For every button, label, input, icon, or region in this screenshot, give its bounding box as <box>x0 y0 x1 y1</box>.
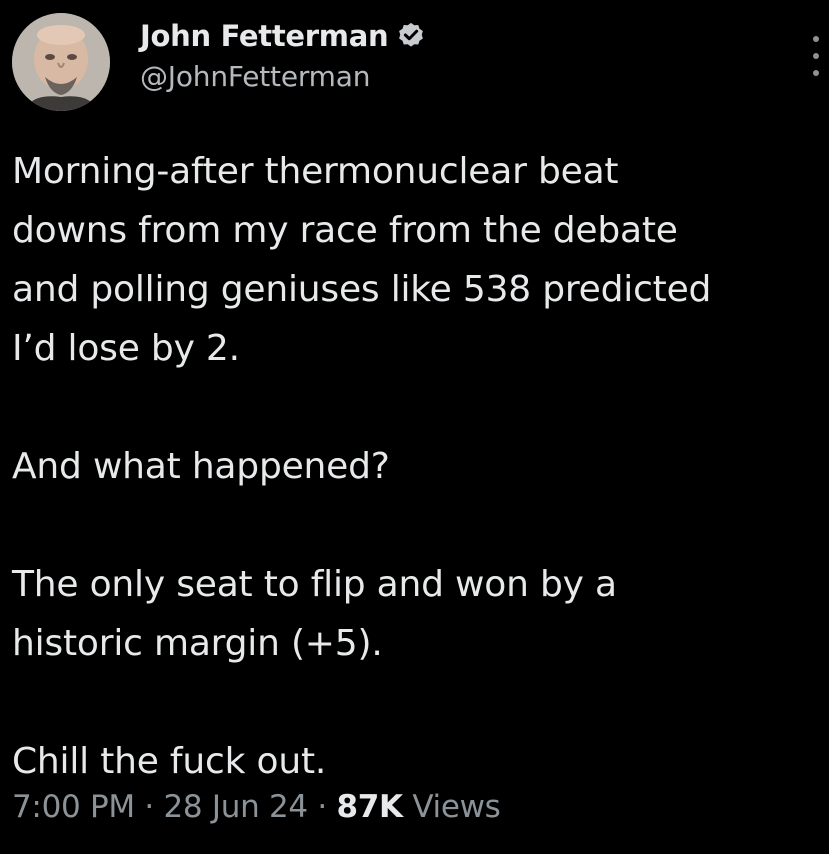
more-dot <box>813 70 819 76</box>
more-dot <box>813 53 819 59</box>
tweet-line: Morning-after thermonuclear beat <box>12 151 619 192</box>
tweet-line: downs from my race from the debate <box>12 210 678 251</box>
author-handle[interactable]: @JohnFetterman <box>140 60 370 93</box>
avatar[interactable] <box>12 13 110 111</box>
verified-badge-icon <box>399 22 424 47</box>
author-name-row: John Fetterman <box>140 16 426 56</box>
tweet-line: The only seat to flip and won by a <box>12 564 617 605</box>
tweet-line: I’d lose by 2. <box>12 328 240 369</box>
tweet-line: Chill the fuck out. <box>12 741 327 782</box>
more-dot <box>813 36 819 42</box>
tweet-text: Morning-after thermonuclear beat downs f… <box>12 142 822 791</box>
tweet-line: and polling geniuses like 538 predicted <box>12 269 712 310</box>
tweet-date[interactable]: 28 Jun 24 <box>163 789 308 825</box>
tweet-line: And what happened? <box>12 446 390 487</box>
views-label: Views <box>402 789 501 825</box>
views-count[interactable]: 87K <box>337 789 404 825</box>
tweet-meta: 7:00 PM · 28 Jun 24 · 87K Views <box>12 789 501 825</box>
meta-separator: · <box>307 789 337 825</box>
meta-separator: · <box>134 789 164 825</box>
tweet-time[interactable]: 7:00 PM <box>12 789 135 825</box>
tweet-card: John Fetterman @JohnFetterman Morning-af… <box>0 0 829 854</box>
tweet-line: historic margin (+5). <box>12 623 383 664</box>
author-display-name[interactable]: John Fetterman <box>140 19 389 53</box>
more-vertical-icon[interactable] <box>808 36 824 76</box>
